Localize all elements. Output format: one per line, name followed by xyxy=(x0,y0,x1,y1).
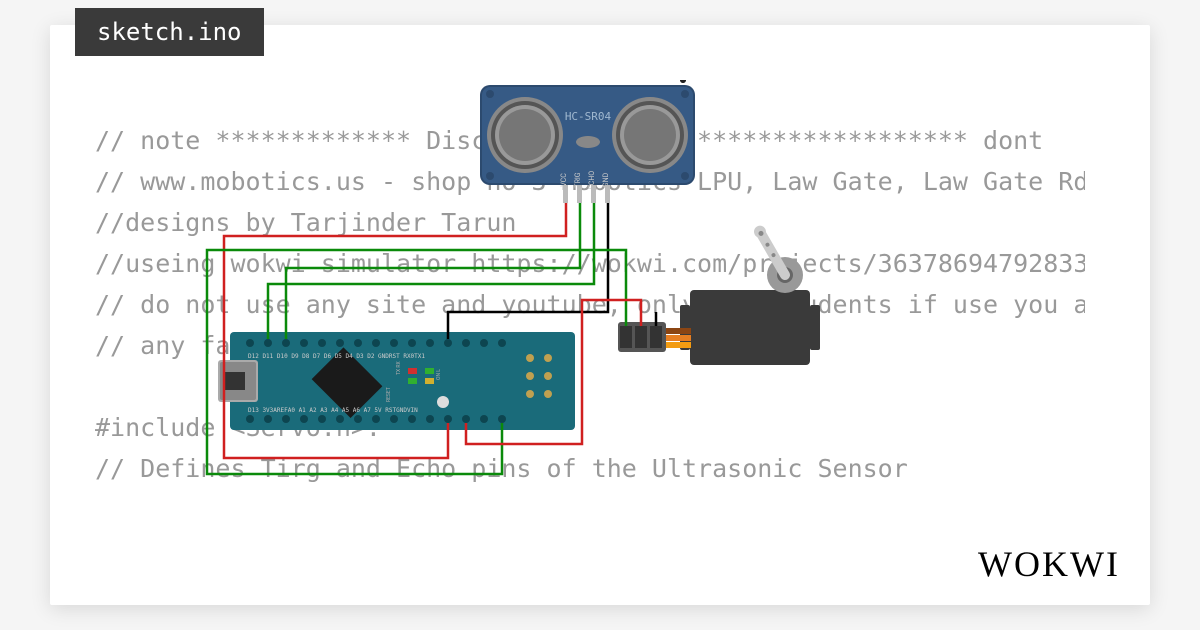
code-line: // www.mobotics.us - shop no 3 Mobotics … xyxy=(95,161,1085,202)
file-tab[interactable]: sketch.ino xyxy=(75,8,264,56)
code-line: //designs by Tarjinder Tarun xyxy=(95,202,1085,243)
code-editor[interactable]: // note ************* Disclaimer *******… xyxy=(95,120,1085,489)
code-line xyxy=(95,366,1085,407)
code-line: //useing wokwi simulator https://wokwi.c… xyxy=(95,243,1085,284)
tab-label: sketch.ino xyxy=(97,18,242,46)
wokwi-logo: WOKWI xyxy=(978,543,1120,585)
code-line: // Defines Tirg and Echo pins of the Ult… xyxy=(95,448,1085,489)
code-line: // any facing ishu. xyxy=(95,325,1085,366)
code-line: #include <Servo.h>. xyxy=(95,407,1085,448)
code-line: // note ************* Disclaimer *******… xyxy=(95,120,1085,161)
code-line: // do not use any site and youtube, only… xyxy=(95,284,1085,325)
